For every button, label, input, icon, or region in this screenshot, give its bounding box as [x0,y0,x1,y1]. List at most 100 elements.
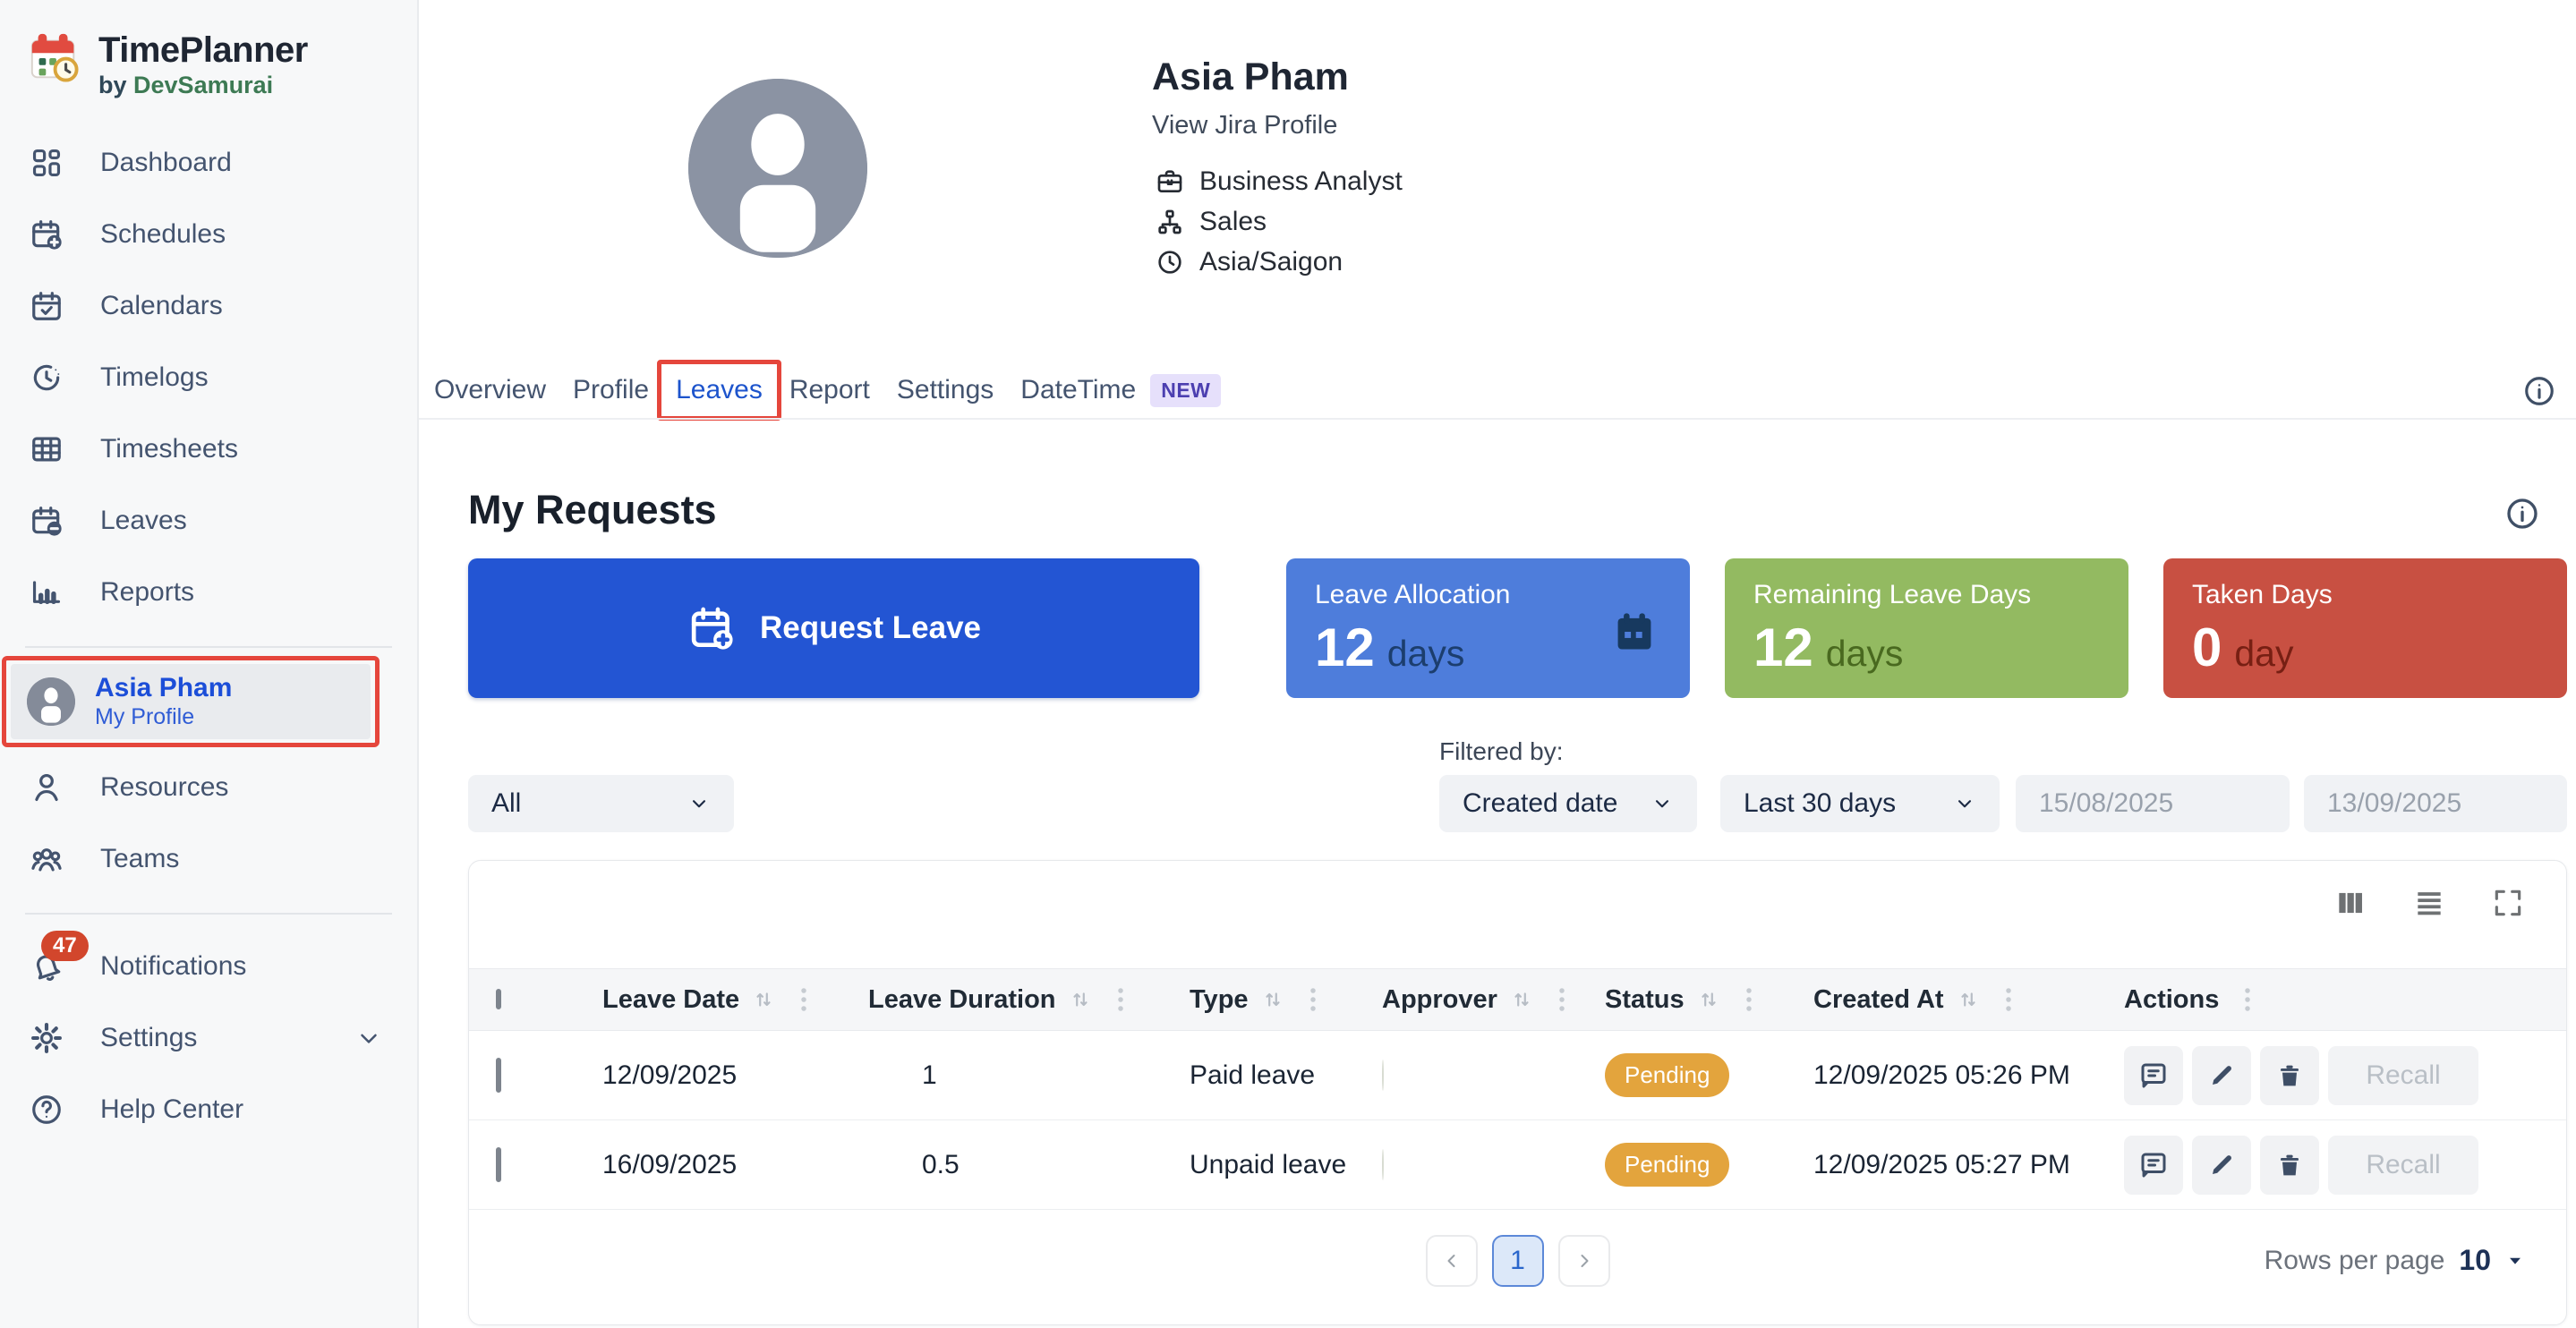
timezone: Asia/Saigon [1199,247,1343,277]
column-header-status[interactable]: Status [1605,985,1813,1015]
approver-avatar[interactable] [1382,1149,1384,1180]
date-from-input[interactable]: 15/08/2025 [2016,775,2290,832]
sidebar-item-reports[interactable]: Reports [0,557,417,628]
tab-settings[interactable]: Settings [897,375,994,405]
card-unit: days [1826,633,1904,675]
column-menu-icon[interactable] [2242,986,2253,1013]
column-menu-icon[interactable] [1308,986,1318,1013]
sidebar-divider [25,646,392,648]
row-checkbox[interactable] [496,1147,501,1182]
type-filter-select[interactable]: All [468,775,734,832]
cell-leave-duration: 1 [868,1060,1190,1091]
sidebar-item-dashboard[interactable]: Dashboard [0,127,417,199]
table-row: 16/09/2025 0.5 Unpaid leave Pending 12/0… [469,1120,2566,1210]
column-header-leave-date[interactable]: Leave Date [602,985,868,1015]
column-menu-icon[interactable] [1557,986,1567,1013]
dashboard-icon [29,146,64,180]
app-byline: by DevSamurai [98,72,308,99]
sidebar-item-settings[interactable]: Settings [0,1002,417,1074]
sidebar-item-my-profile[interactable]: Asia Pham My Profile [11,664,371,739]
new-badge: NEW [1150,374,1221,407]
cell-leave-date: 12/09/2025 [602,1060,868,1091]
tab-report[interactable]: Report [789,375,870,405]
profile-tabs: Overview Profile Leaves Report Settings … [434,362,1221,419]
sidebar-nav: Dashboard Schedules Calendars Timelogs T… [0,127,417,1145]
rows-per-page-value[interactable]: 10 [2459,1244,2491,1277]
table-grid-icon [29,432,64,466]
card-unit: days [1387,633,1465,675]
recall-button[interactable]: Recall [2328,1136,2478,1195]
cell-created-at: 12/09/2025 05:26 PM [1813,1060,2124,1091]
tab-overview[interactable]: Overview [434,375,546,405]
column-header-created-at[interactable]: Created At [1813,985,2124,1015]
column-menu-icon[interactable] [1115,986,1126,1013]
fullscreen-icon[interactable] [2491,886,2525,920]
column-header-actions[interactable]: Actions [2124,985,2566,1015]
org-chart-icon [1155,208,1185,236]
sidebar-item-schedules[interactable]: Schedules [0,199,417,270]
sidebar-item-teams[interactable]: Teams [0,823,417,895]
date-range-preset-select[interactable]: Last 30 days [1720,775,2000,832]
sort-icon[interactable] [1069,988,1092,1011]
sort-icon[interactable] [1697,988,1720,1011]
page-number-button[interactable]: 1 [1492,1235,1544,1287]
request-leave-button[interactable]: Request Leave [468,558,1199,698]
delete-button[interactable] [2260,1046,2319,1105]
sidebar-item-resources[interactable]: Resources [0,752,417,823]
row-checkbox[interactable] [496,1058,501,1093]
column-header-leave-duration[interactable]: Leave Duration [868,985,1190,1015]
view-jira-profile-link[interactable]: View Jira Profile [1152,111,1337,140]
sidebar-item-label: Reports [100,577,194,608]
next-page-button[interactable] [1558,1235,1610,1287]
tab-datetime[interactable]: DateTime NEW [1020,374,1221,407]
info-icon[interactable] [2522,374,2556,408]
sidebar-item-leaves[interactable]: Leaves [0,485,417,557]
sidebar-profile-name: Asia Pham [95,673,232,703]
sort-icon[interactable] [1510,988,1533,1011]
comment-button[interactable] [2124,1046,2183,1105]
column-header-type[interactable]: Type [1190,985,1382,1015]
delete-button[interactable] [2260,1136,2319,1195]
column-menu-icon[interactable] [1744,986,1754,1013]
column-menu-icon[interactable] [2003,986,2014,1013]
column-menu-icon[interactable] [798,986,809,1013]
sidebar-item-notifications[interactable]: Notifications 47 [0,931,417,1002]
filter-field-select[interactable]: Created date [1439,775,1697,832]
filtered-by-label: Filtered by: [1439,737,1564,766]
recall-button[interactable]: Recall [2328,1046,2478,1105]
sort-icon[interactable] [752,988,775,1011]
info-icon[interactable] [2504,496,2540,532]
sidebar-item-label: Help Center [100,1094,243,1125]
previous-page-button[interactable] [1426,1235,1478,1287]
sidebar-item-timesheets[interactable]: Timesheets [0,413,417,485]
sidebar-item-label: Resources [100,772,228,803]
columns-icon[interactable] [2333,886,2367,920]
chevron-down-icon[interactable] [351,1025,387,1051]
approver-avatar[interactable] [1382,1060,1384,1091]
edit-button[interactable] [2192,1046,2251,1105]
date-to-input[interactable]: 13/09/2025 [2304,775,2567,832]
chevron-down-icon [1953,792,1976,815]
cell-type: Paid leave [1190,1060,1382,1091]
tab-leaves[interactable]: Leaves [676,375,763,405]
edit-button[interactable] [2192,1136,2251,1195]
help-circle-icon [29,1093,64,1127]
sidebar-item-timelogs[interactable]: Timelogs [0,342,417,413]
cell-actions: Recall [2124,1136,2566,1195]
tabs-divider [419,418,2576,420]
calendar-logo-icon [27,30,82,86]
trash-icon [2273,1061,2306,1090]
sidebar-item-help-center[interactable]: Help Center [0,1074,417,1145]
sort-icon[interactable] [1957,988,1980,1011]
sidebar-item-calendars[interactable]: Calendars [0,270,417,342]
pagination: 1 [469,1235,2566,1287]
tab-profile[interactable]: Profile [573,375,649,405]
caret-down-icon[interactable] [2505,1250,2525,1272]
app-logo[interactable]: TimePlanner by DevSamurai [27,30,308,99]
user-icon [29,770,64,804]
comment-button[interactable] [2124,1136,2183,1195]
sort-icon[interactable] [1261,988,1284,1011]
column-header-approver[interactable]: Approver [1382,985,1605,1015]
row-density-icon[interactable] [2412,886,2446,920]
select-all-checkbox[interactable] [496,989,501,1009]
